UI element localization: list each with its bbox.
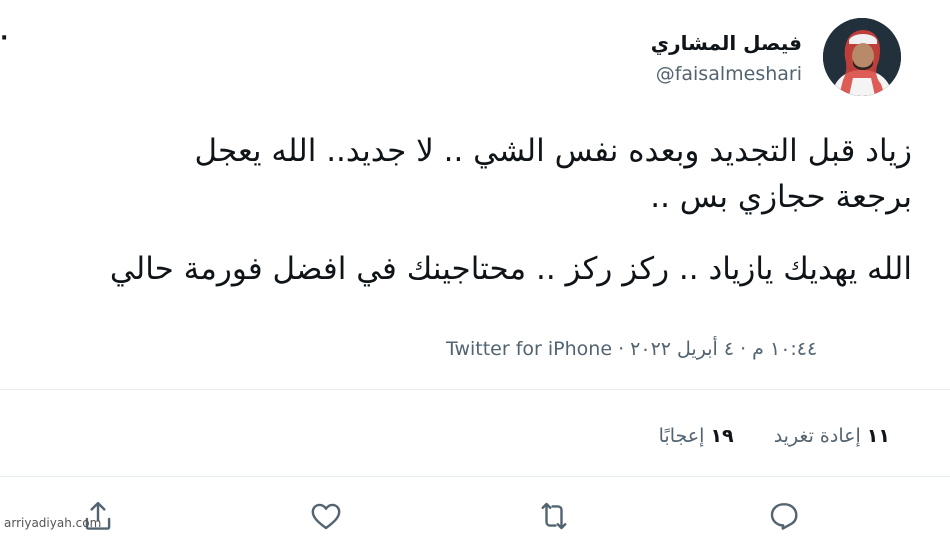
reply-button[interactable] <box>766 498 802 534</box>
retweets-count: ١١ <box>866 425 890 447</box>
meta-separator: · <box>740 338 747 360</box>
divider <box>0 389 950 390</box>
retweets-label: إعادة تغريد <box>773 425 861 447</box>
user-handle[interactable]: @faisalmeshari <box>656 62 802 86</box>
tweet-source[interactable]: Twitter for iPhone <box>446 338 612 360</box>
like-icon <box>311 503 341 530</box>
like-button[interactable] <box>308 498 344 534</box>
tweet-text: زياد قبل التجديد وبعده نفس الشي .. لا جد… <box>7 128 912 292</box>
avatar-image <box>823 18 901 96</box>
tweet-text-line: برجعة حجازي بس .. <box>650 179 912 215</box>
reply-icon <box>770 503 798 530</box>
tweet-stats: ١١ إعادة تغريد ١٩ إعجابًا <box>625 424 890 448</box>
tweet-text-line: الله يهديك يازياد .. ركز ركز .. محتاجينك… <box>109 251 912 287</box>
meta-separator: · <box>618 338 625 360</box>
watermark: arriyadiyah.com <box>4 516 102 530</box>
likes-label: إعجابًا <box>658 425 705 447</box>
tweet-date[interactable]: ٤ أبريل ٢٠٢٢ <box>630 338 734 360</box>
divider <box>0 476 950 477</box>
avatar[interactable] <box>823 18 901 96</box>
more-options-icon[interactable]: · <box>0 28 8 50</box>
tweet-meta: Twitter for iPhone · ٤ أبريل ٢٠٢٢ · ١٠:٤… <box>446 337 817 361</box>
likes-count: ١٩ <box>710 425 734 447</box>
retweets-stat[interactable]: ١١ إعادة تغريد <box>774 425 890 447</box>
retweet-icon <box>541 502 567 530</box>
likes-stat[interactable]: ١٩ إعجابًا <box>659 425 734 447</box>
tweet-time[interactable]: ١٠:٤٤ م <box>752 338 817 360</box>
display-name[interactable]: فيصل المشاري <box>651 30 802 56</box>
retweet-button[interactable] <box>536 498 572 534</box>
tweet-text-line: زياد قبل التجديد وبعده نفس الشي .. لا جد… <box>194 133 912 169</box>
